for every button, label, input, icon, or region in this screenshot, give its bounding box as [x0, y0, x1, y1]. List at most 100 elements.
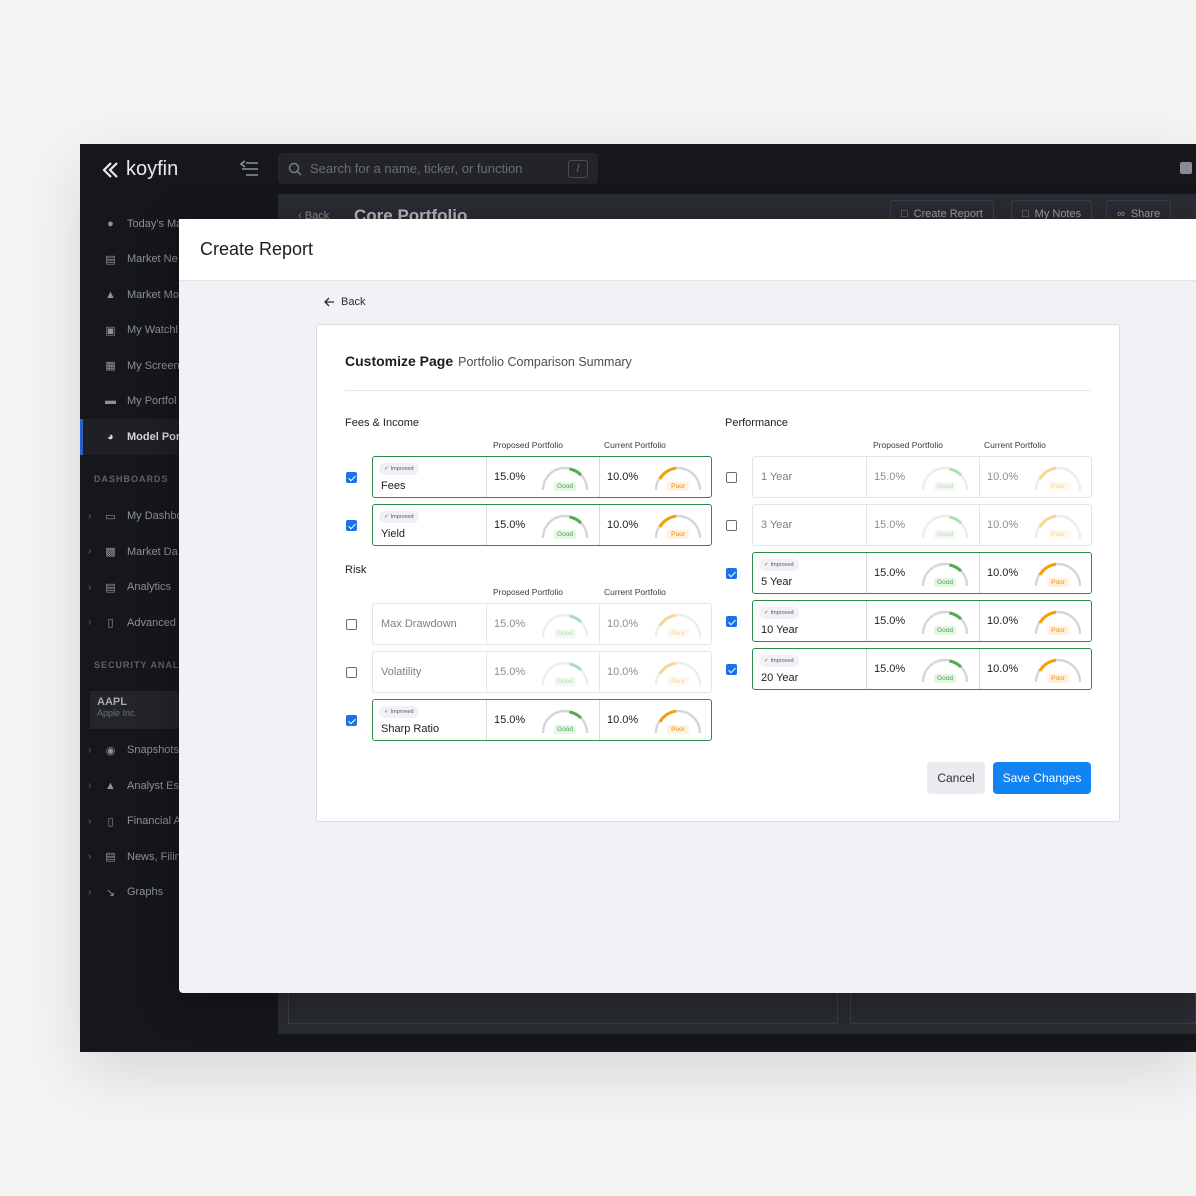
good-label: Good — [554, 677, 576, 686]
metric-row[interactable]: 1 Year 15.0% Good 10.0% Poor — [752, 456, 1092, 498]
column-header-current: Current Portfolio — [984, 440, 1046, 450]
proposed-value: 15.0% — [494, 519, 526, 531]
metric-checkbox[interactable] — [726, 520, 737, 531]
metric-name-cell: ✓ Improved 10 Year — [753, 601, 867, 641]
good-label: Good — [554, 725, 576, 734]
good-label: Good — [554, 482, 576, 491]
sidebar-item-label: Market Da — [127, 545, 178, 558]
notification-icon[interactable] — [1180, 162, 1192, 174]
metric-row[interactable]: Volatility 15.0% Good 10.0% Poor — [372, 651, 712, 693]
modal-header: Create Report — [179, 219, 1196, 281]
gauge-good-icon: Good — [537, 705, 593, 737]
improved-badge: ✓ Improved — [759, 607, 799, 619]
gauge-poor-icon: Poor — [1030, 558, 1086, 590]
metric-checkbox[interactable] — [726, 472, 737, 483]
proposed-value: 15.0% — [494, 714, 526, 726]
metric-row[interactable]: 3 Year 15.0% Good 10.0% Poor — [752, 504, 1092, 546]
save-changes-button[interactable]: Save Changes — [993, 762, 1091, 794]
search-shortcut-key: / — [568, 159, 588, 178]
metric-checkbox[interactable] — [726, 664, 737, 675]
monitor-icon: ▭ — [105, 510, 116, 523]
current-cell: 10.0% Poor — [979, 553, 1091, 593]
poor-label: Poor — [667, 629, 689, 638]
metric-name-cell: 3 Year — [753, 505, 867, 545]
proposed-cell: 15.0% Good — [867, 601, 979, 641]
sidebar-item-label: Graphs — [127, 886, 164, 899]
sidebar-item-label: Advanced — [127, 616, 176, 629]
koyfin-logo-icon — [102, 161, 118, 178]
sidebar-item-label: Analytics — [127, 581, 172, 594]
proposed-cell: 15.0% Good — [487, 505, 599, 545]
sidebar-item-label: Today's Ma — [127, 217, 183, 230]
metric-row[interactable]: ✓ Improved 20 Year 15.0% Good 10.0% Poor — [752, 648, 1092, 690]
metric-name-cell: Max Drawdown — [373, 604, 487, 644]
metric-row[interactable]: ✓ Improved Yield 15.0% Good 10.0% Poor — [372, 504, 712, 546]
improved-badge: ✓ Improved — [379, 511, 419, 523]
metric-checkbox[interactable] — [346, 619, 357, 630]
metric-checkbox[interactable] — [346, 715, 357, 726]
collapse-menu-icon[interactable] — [239, 160, 260, 183]
current-value: 10.0% — [987, 615, 1019, 627]
create-report-modal: Create Report Back Customize Page Portfo… — [179, 219, 1196, 993]
back-button[interactable]: Back — [324, 296, 365, 308]
camera-icon: ◉ — [105, 744, 116, 757]
metric-row[interactable]: ✓ Improved 5 Year 15.0% Good 10.0% Poor — [752, 552, 1092, 594]
customize-page-card: Customize Page Portfolio Comparison Summ… — [316, 324, 1120, 822]
metric-checkbox[interactable] — [346, 472, 357, 483]
gauge-good-icon: Good — [537, 609, 593, 641]
financial-icon: ▯ — [107, 815, 114, 828]
metric-name: 5 Year — [761, 576, 793, 588]
cancel-button[interactable]: Cancel — [927, 762, 985, 794]
gauge-poor-icon: Poor — [1030, 606, 1086, 638]
current-value: 10.0% — [607, 666, 639, 678]
metric-name: Sharp Ratio — [381, 723, 440, 735]
proposed-value: 15.0% — [874, 615, 906, 627]
metric-checkbox[interactable] — [726, 616, 737, 627]
poor-label: Poor — [667, 725, 689, 734]
card-subtitle: Portfolio Comparison Summary — [458, 355, 632, 369]
back-label: Back — [341, 296, 366, 308]
metric-name: 3 Year — [761, 519, 793, 531]
metric-row[interactable]: ✓ Improved Sharp Ratio 15.0% Good 10.0% Poor — [372, 699, 712, 741]
good-label: Good — [554, 629, 576, 638]
koyfin-logo[interactable]: koyfin — [102, 158, 178, 181]
metric-name-cell: 1 Year — [753, 457, 867, 497]
good-label: Good — [934, 530, 956, 539]
poor-label: Poor — [1047, 626, 1069, 635]
logo-text: koyfin — [126, 158, 179, 180]
metric-name: 10 Year — [761, 624, 799, 636]
search-input[interactable]: Search for a name, ticker, or function — [310, 161, 560, 176]
arrow-left-icon — [324, 297, 334, 307]
poor-label: Poor — [1047, 674, 1069, 683]
flame-icon: ▲ — [105, 288, 116, 301]
search-icon — [288, 162, 302, 176]
gauge-good-icon: Good — [537, 657, 593, 689]
metric-row[interactable]: ✓ Improved 10 Year 15.0% Good 10.0% Poor — [752, 600, 1092, 642]
metric-checkbox[interactable] — [346, 667, 357, 678]
current-value: 10.0% — [987, 663, 1019, 675]
check-icon: ✓ — [384, 466, 389, 472]
current-value: 10.0% — [987, 567, 1019, 579]
metric-name-cell: ✓ Improved Fees — [373, 457, 487, 497]
metric-name: Yield — [381, 528, 406, 540]
sidebar-item-label: My Dashbo — [127, 510, 183, 523]
metric-checkbox[interactable] — [346, 520, 357, 531]
gauge-good-icon: Good — [917, 606, 973, 638]
screener-icon: ▦ — [105, 360, 116, 373]
chevron-right-icon: › — [88, 546, 92, 558]
watchlist-icon: ▣ — [105, 324, 116, 337]
metric-name: Fees — [381, 480, 406, 492]
sidebar-item-label: Analyst Es — [127, 779, 179, 792]
newspaper-icon: ▤ — [105, 253, 116, 266]
chevron-right-icon: › — [88, 815, 92, 827]
metric-row[interactable]: ✓ Improved Fees 15.0% Good 10.0% Poor — [372, 456, 712, 498]
global-search[interactable]: Search for a name, ticker, or function / — [278, 153, 598, 184]
current-value: 10.0% — [607, 519, 639, 531]
metric-checkbox[interactable] — [726, 568, 737, 579]
chevron-right-icon: › — [88, 617, 92, 629]
proposed-value: 15.0% — [874, 519, 906, 531]
sidebar-item-label: News, Filin — [127, 850, 181, 863]
metric-row[interactable]: Max Drawdown 15.0% Good 10.0% Poor — [372, 603, 712, 645]
gauge-good-icon: Good — [917, 462, 973, 494]
metric-name: 20 Year — [761, 672, 799, 684]
